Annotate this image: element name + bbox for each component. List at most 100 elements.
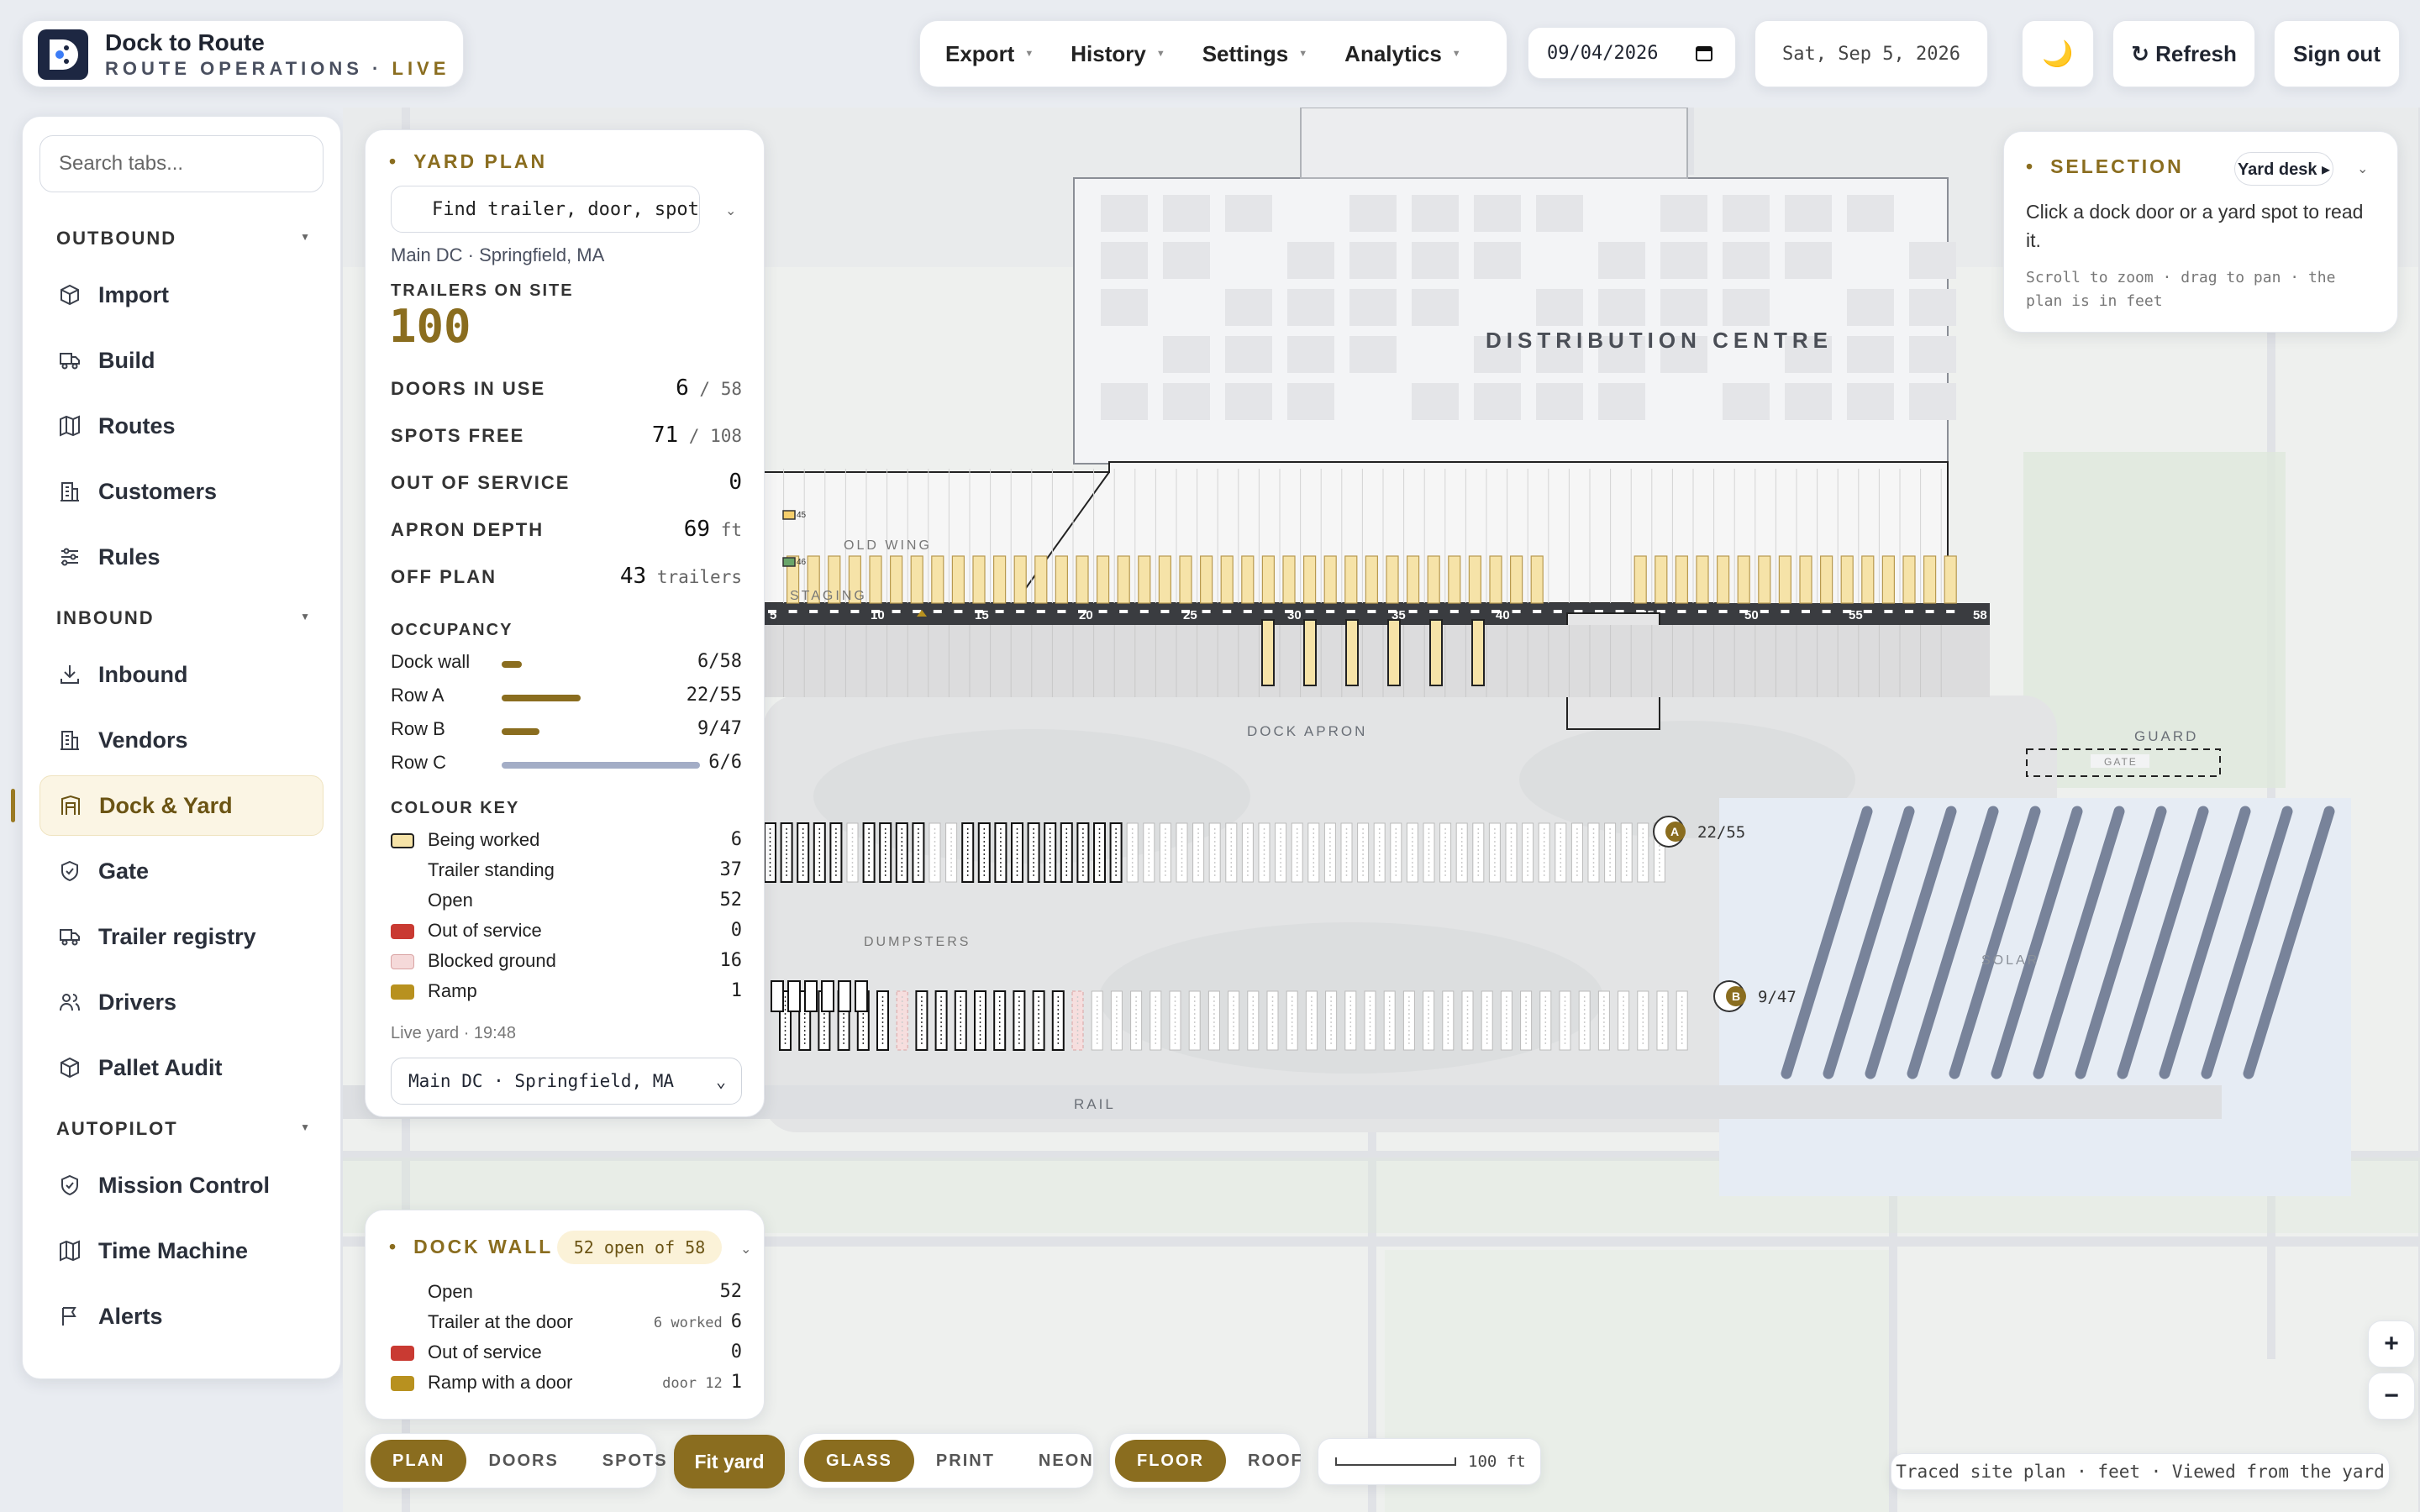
- row-a-spot[interactable]: [797, 822, 810, 883]
- row-a-spot[interactable]: [945, 822, 958, 883]
- dock-door[interactable]: [1199, 555, 1213, 604]
- row-a-spot[interactable]: [862, 822, 876, 883]
- dock-door[interactable]: [1840, 555, 1854, 604]
- row-b-spot[interactable]: [1071, 990, 1084, 1051]
- dock-door[interactable]: [1034, 555, 1048, 604]
- dock-door[interactable]: [1923, 555, 1937, 604]
- dock-door[interactable]: [1158, 555, 1172, 604]
- row-a-spot[interactable]: [1176, 822, 1188, 883]
- row-a-spot[interactable]: [879, 822, 892, 883]
- row-a-spot[interactable]: [1011, 822, 1023, 883]
- trailer-at-door[interactable]: [1261, 619, 1275, 686]
- row-a-spot[interactable]: [829, 822, 843, 883]
- row-a-spot[interactable]: [1488, 822, 1501, 883]
- refresh-button[interactable]: ↻ Refresh: [2112, 20, 2255, 87]
- sidebar-item-vendors[interactable]: Vendors: [39, 710, 324, 770]
- dock-door[interactable]: [1778, 555, 1792, 604]
- dock-door[interactable]: [972, 555, 986, 604]
- dock-door[interactable]: [1220, 555, 1234, 604]
- dock-door[interactable]: [1055, 555, 1069, 604]
- sign-out-button[interactable]: Sign out: [2274, 20, 2400, 87]
- dock-door[interactable]: [1179, 555, 1192, 604]
- row-a-spot[interactable]: [1159, 822, 1171, 883]
- row-c-spot[interactable]: [804, 980, 818, 1012]
- row-c-spot[interactable]: [771, 980, 784, 1012]
- row-b-spot[interactable]: [1305, 990, 1318, 1051]
- dock-door[interactable]: [1302, 555, 1317, 604]
- trailer-at-door[interactable]: [1345, 619, 1359, 686]
- sidebar-item-alerts[interactable]: Alerts: [39, 1286, 324, 1347]
- row-a-spot[interactable]: [1538, 822, 1550, 883]
- dock-door[interactable]: [1076, 555, 1089, 604]
- row-b-spot[interactable]: [1539, 990, 1552, 1051]
- view-plan-button[interactable]: PLAN: [371, 1440, 467, 1482]
- menu-history[interactable]: History ▼: [1071, 41, 1165, 67]
- row-a-spot[interactable]: [1027, 822, 1040, 883]
- row-b-spot[interactable]: [1402, 990, 1415, 1051]
- dock-door[interactable]: [910, 555, 923, 604]
- dock-door[interactable]: [1489, 555, 1502, 604]
- row-a-spot[interactable]: [1044, 822, 1057, 883]
- row-b-spot[interactable]: [1578, 990, 1591, 1051]
- row-b-spots[interactable]: [779, 990, 1688, 1051]
- style-print-button[interactable]: PRINT: [914, 1440, 1017, 1482]
- row-b-spot[interactable]: [1013, 990, 1026, 1051]
- row-a-spot[interactable]: [1455, 822, 1468, 883]
- dock-door[interactable]: [1117, 555, 1130, 604]
- dock-door[interactable]: [1530, 555, 1544, 604]
- row-c-spot[interactable]: [821, 980, 834, 1012]
- date-input[interactable]: 09/04/2026: [1528, 27, 1736, 79]
- row-b-spot[interactable]: [1559, 990, 1571, 1051]
- row-a-spot[interactable]: [1620, 822, 1633, 883]
- view-doors-button[interactable]: DOORS: [466, 1440, 580, 1482]
- row-a-spot[interactable]: [1225, 822, 1238, 883]
- row-b-spot[interactable]: [1676, 990, 1688, 1051]
- row-a-spot[interactable]: [1357, 822, 1370, 883]
- row-b-spot[interactable]: [1130, 990, 1143, 1051]
- chevron-down-icon[interactable]: ⌄: [725, 202, 736, 219]
- style-glass-button[interactable]: GLASS: [804, 1440, 914, 1482]
- dock-door[interactable]: [1365, 555, 1379, 604]
- row-b-spot[interactable]: [974, 990, 986, 1051]
- row-b-spot[interactable]: [1637, 990, 1649, 1051]
- row-a-spot[interactable]: [1109, 822, 1123, 883]
- theme-toggle-button[interactable]: 🌙: [2022, 20, 2094, 87]
- zoom-out-button[interactable]: −: [2368, 1373, 2415, 1420]
- menu-analytics[interactable]: Analytics ▼: [1344, 41, 1461, 67]
- row-a-spot[interactable]: [1423, 822, 1435, 883]
- row-c-spot[interactable]: [838, 980, 851, 1012]
- row-a-spot[interactable]: [1522, 822, 1534, 883]
- row-a-spot[interactable]: [1241, 822, 1254, 883]
- row-a-spot[interactable]: [846, 822, 859, 883]
- dock-door[interactable]: [1634, 555, 1647, 604]
- dock-door[interactable]: [1675, 555, 1689, 604]
- trailer-at-door[interactable]: [1429, 619, 1443, 686]
- row-b-spot[interactable]: [1228, 990, 1240, 1051]
- search-tabs-input[interactable]: Search tabs...: [39, 135, 324, 192]
- row-b-spot[interactable]: [1188, 990, 1201, 1051]
- row-a-spot[interactable]: [929, 822, 941, 883]
- sidebar-item-time-machine[interactable]: Time Machine: [39, 1221, 324, 1281]
- sidebar-item-import[interactable]: Import: [39, 265, 324, 325]
- dock-door[interactable]: [1468, 555, 1482, 604]
- zoom-in-button[interactable]: +: [2368, 1320, 2415, 1368]
- section-header-inbound[interactable]: INBOUND ▼: [56, 607, 325, 629]
- row-a-spot[interactable]: [977, 822, 991, 883]
- dock-door[interactable]: [1655, 555, 1668, 604]
- dock-door[interactable]: [1819, 555, 1833, 604]
- row-a-spot[interactable]: [1258, 822, 1270, 883]
- sidebar-item-rules[interactable]: Rules: [39, 527, 324, 587]
- row-b-spot[interactable]: [1344, 990, 1357, 1051]
- dock-door[interactable]: [1737, 555, 1750, 604]
- row-a-spot[interactable]: [1587, 822, 1600, 883]
- dock-door[interactable]: [1282, 555, 1296, 604]
- row-b-spot[interactable]: [1091, 990, 1103, 1051]
- dock-door[interactable]: [1427, 555, 1440, 604]
- row-b-spot[interactable]: [1500, 990, 1512, 1051]
- row-b-spot[interactable]: [1207, 990, 1220, 1051]
- row-a-spot[interactable]: [961, 822, 975, 883]
- row-a-spot[interactable]: [1472, 822, 1485, 883]
- row-a-spot[interactable]: [1060, 822, 1073, 883]
- row-b-spot[interactable]: [1150, 990, 1162, 1051]
- dock-door[interactable]: [1448, 555, 1461, 604]
